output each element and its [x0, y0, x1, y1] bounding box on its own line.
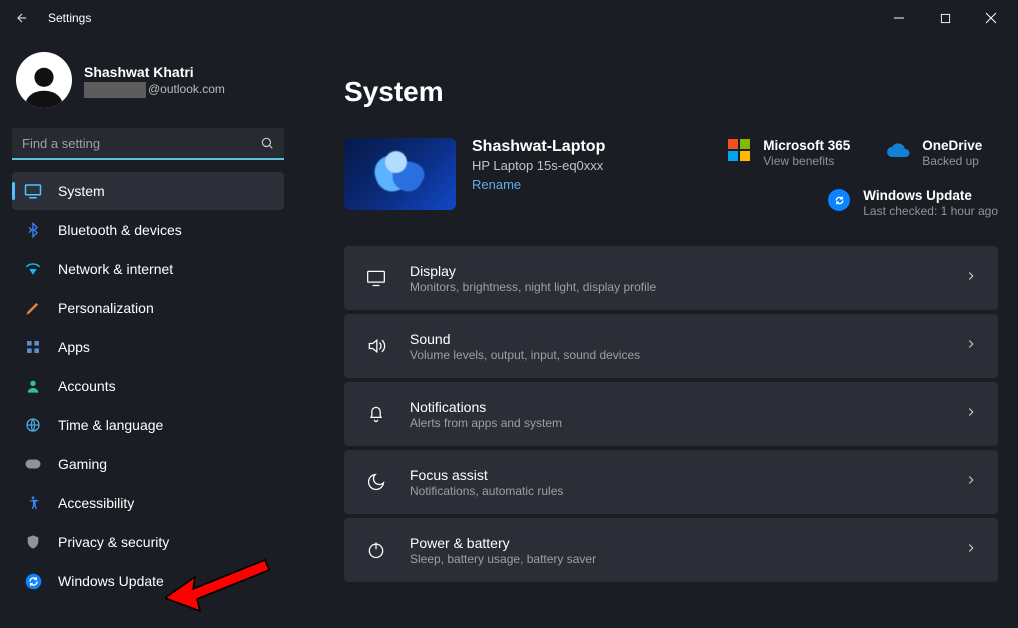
chevron-right-icon: [964, 269, 978, 288]
device-row: Shashwat-Laptop HP Laptop 15s-eq0xxx Ren…: [344, 138, 998, 218]
sidebar-item-label: Time & language: [58, 417, 163, 433]
microsoft-365-icon: [727, 138, 751, 162]
sidebar-item-privacy[interactable]: Privacy & security: [12, 523, 284, 561]
globe-icon: [24, 416, 42, 434]
sidebar-item-label: Accounts: [58, 378, 116, 394]
chevron-right-icon: [964, 541, 978, 560]
onedrive-icon: [886, 138, 910, 162]
card-focus-assist[interactable]: Focus assist Notifications, automatic ru…: [344, 450, 998, 514]
tile-sub: View benefits: [763, 154, 850, 168]
bell-icon: [364, 402, 388, 426]
sidebar-item-network[interactable]: Network & internet: [12, 250, 284, 288]
search-icon: [260, 136, 274, 155]
sidebar-item-label: System: [58, 183, 105, 199]
tile-onedrive[interactable]: OneDrive Backed up: [886, 138, 982, 168]
apps-icon: [24, 338, 42, 356]
card-title: Display: [410, 263, 942, 279]
avatar: [16, 52, 72, 108]
search-input[interactable]: [12, 128, 284, 160]
card-sound[interactable]: Sound Volume levels, output, input, soun…: [344, 314, 998, 378]
tile-title: Windows Update: [863, 188, 998, 203]
tile-sub: Last checked: 1 hour ago: [863, 204, 998, 218]
accessibility-icon: [24, 494, 42, 512]
tile-title: Microsoft 365: [763, 138, 850, 153]
tile-microsoft-365[interactable]: Microsoft 365 View benefits: [727, 138, 850, 168]
device-name: Shashwat-Laptop: [472, 138, 605, 156]
user-account-row[interactable]: Shashwat Khatri @outlook.com: [12, 44, 284, 124]
sidebar-item-bluetooth[interactable]: Bluetooth & devices: [12, 211, 284, 249]
person-icon: [24, 377, 42, 395]
windows-update-icon: [827, 188, 851, 212]
card-sub: Notifications, automatic rules: [410, 484, 942, 498]
monitor-icon: [24, 182, 42, 200]
sidebar-item-personalization[interactable]: Personalization: [12, 289, 284, 327]
sidebar-item-label: Apps: [58, 339, 90, 355]
maximize-button[interactable]: [922, 0, 968, 36]
sidebar-item-accessibility[interactable]: Accessibility: [12, 484, 284, 522]
sound-icon: [364, 334, 388, 358]
search-wrap: [12, 128, 284, 160]
card-title: Sound: [410, 331, 942, 347]
sidebar-item-label: Windows Update: [58, 573, 164, 589]
sidebar-item-label: Bluetooth & devices: [58, 222, 182, 238]
card-sub: Volume levels, output, input, sound devi…: [410, 348, 942, 362]
shield-icon: [24, 533, 42, 551]
page-title: System: [344, 76, 998, 108]
sidebar: Shashwat Khatri @outlook.com System: [0, 36, 296, 628]
sidebar-item-label: Accessibility: [58, 495, 134, 511]
sidebar-item-system[interactable]: System: [12, 172, 284, 210]
chevron-right-icon: [964, 405, 978, 424]
close-button[interactable]: [968, 0, 1014, 36]
user-name: Shashwat Khatri: [84, 64, 225, 80]
user-email: @outlook.com: [84, 82, 225, 96]
card-display[interactable]: Display Monitors, brightness, night ligh…: [344, 246, 998, 310]
card-sub: Sleep, battery usage, battery saver: [410, 552, 942, 566]
sidebar-item-accounts[interactable]: Accounts: [12, 367, 284, 405]
titlebar: Settings: [0, 0, 1018, 36]
tile-sub: Backed up: [922, 154, 982, 168]
back-button[interactable]: [4, 0, 40, 36]
window-title: Settings: [48, 11, 91, 25]
card-title: Power & battery: [410, 535, 942, 551]
update-icon: [24, 572, 42, 590]
sidebar-item-label: Privacy & security: [58, 534, 169, 550]
wifi-icon: [24, 260, 42, 278]
card-title: Notifications: [410, 399, 942, 415]
settings-cards: Display Monitors, brightness, night ligh…: [344, 246, 998, 582]
card-sub: Monitors, brightness, night light, displ…: [410, 280, 942, 294]
card-power-battery[interactable]: Power & battery Sleep, battery usage, ba…: [344, 518, 998, 582]
chevron-right-icon: [964, 337, 978, 356]
chevron-right-icon: [964, 473, 978, 492]
card-title: Focus assist: [410, 467, 942, 483]
card-sub: Alerts from apps and system: [410, 416, 942, 430]
main-panel: System Shashwat-Laptop HP Laptop 15s-eq0…: [296, 36, 1018, 628]
sidebar-item-gaming[interactable]: Gaming: [12, 445, 284, 483]
moon-icon: [364, 470, 388, 494]
minimize-button[interactable]: [876, 0, 922, 36]
device-model: HP Laptop 15s-eq0xxx: [472, 158, 605, 173]
card-notifications[interactable]: Notifications Alerts from apps and syste…: [344, 382, 998, 446]
nav-list: System Bluetooth & devices Network & int…: [12, 172, 284, 600]
paintbrush-icon: [24, 299, 42, 317]
rename-link[interactable]: Rename: [472, 177, 605, 192]
sidebar-item-label: Gaming: [58, 456, 107, 472]
redacted-email-prefix: [84, 82, 146, 98]
desktop-wallpaper-thumbnail[interactable]: [344, 138, 456, 210]
power-icon: [364, 538, 388, 562]
display-icon: [364, 266, 388, 290]
tile-windows-update[interactable]: Windows Update Last checked: 1 hour ago: [827, 188, 998, 218]
gamepad-icon: [24, 455, 42, 473]
tile-title: OneDrive: [922, 138, 982, 153]
window-controls: [876, 0, 1014, 36]
sidebar-item-apps[interactable]: Apps: [12, 328, 284, 366]
bluetooth-icon: [24, 221, 42, 239]
sidebar-item-label: Personalization: [58, 300, 154, 316]
sidebar-item-windows-update[interactable]: Windows Update: [12, 562, 284, 600]
sidebar-item-label: Network & internet: [58, 261, 173, 277]
sidebar-item-time-language[interactable]: Time & language: [12, 406, 284, 444]
